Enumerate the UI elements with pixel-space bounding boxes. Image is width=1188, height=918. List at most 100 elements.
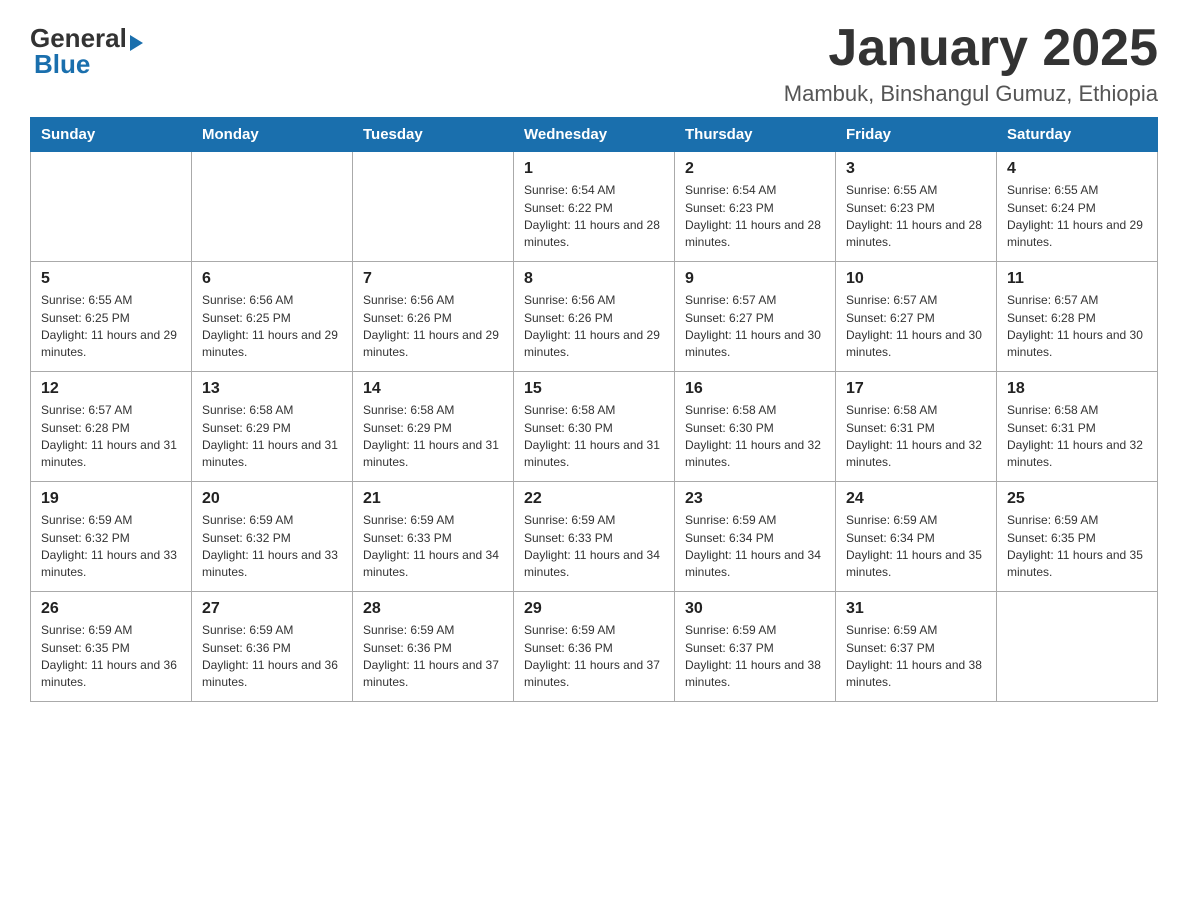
- day-number: 6: [202, 270, 342, 288]
- day-info: Sunrise: 6:59 AM Sunset: 6:35 PM Dayligh…: [41, 622, 181, 692]
- day-info: Sunrise: 6:59 AM Sunset: 6:36 PM Dayligh…: [524, 622, 664, 692]
- day-info: Sunrise: 6:57 AM Sunset: 6:27 PM Dayligh…: [685, 292, 825, 362]
- day-number: 16: [685, 380, 825, 398]
- weekday-header-tuesday: Tuesday: [353, 118, 514, 152]
- calendar-day-30: 30 Sunrise: 6:59 AM Sunset: 6:37 PM Dayli…: [675, 592, 836, 702]
- day-info: Sunrise: 6:59 AM Sunset: 6:32 PM Dayligh…: [41, 512, 181, 582]
- day-number: 11: [1007, 270, 1147, 288]
- day-info: Sunrise: 6:59 AM Sunset: 6:32 PM Dayligh…: [202, 512, 342, 582]
- day-number: 24: [846, 490, 986, 508]
- day-info: Sunrise: 6:56 AM Sunset: 6:26 PM Dayligh…: [524, 292, 664, 362]
- calendar-day-24: 24 Sunrise: 6:59 AM Sunset: 6:34 PM Dayli…: [836, 482, 997, 592]
- day-number: 4: [1007, 160, 1147, 178]
- day-number: 31: [846, 600, 986, 618]
- day-number: 23: [685, 490, 825, 508]
- day-info: Sunrise: 6:58 AM Sunset: 6:30 PM Dayligh…: [524, 402, 664, 472]
- weekday-header-sunday: Sunday: [31, 118, 192, 152]
- calendar-day-31: 31 Sunrise: 6:59 AM Sunset: 6:37 PM Dayli…: [836, 592, 997, 702]
- logo: General Blue: [30, 25, 143, 77]
- day-info: Sunrise: 6:58 AM Sunset: 6:31 PM Dayligh…: [1007, 402, 1147, 472]
- day-info: Sunrise: 6:54 AM Sunset: 6:23 PM Dayligh…: [685, 182, 825, 252]
- empty-cell: [192, 152, 353, 262]
- empty-cell: [31, 152, 192, 262]
- weekday-header-monday: Monday: [192, 118, 353, 152]
- day-number: 17: [846, 380, 986, 398]
- calendar-week-1: 1Sunrise: 6:54 AM Sunset: 6:22 PM Daylig…: [31, 152, 1158, 262]
- calendar-day-26: 26 Sunrise: 6:59 AM Sunset: 6:35 PM Dayli…: [31, 592, 192, 702]
- page-header: General Blue January 2025 Mambuk, Binsha…: [30, 20, 1158, 107]
- day-info: Sunrise: 6:59 AM Sunset: 6:36 PM Dayligh…: [202, 622, 342, 692]
- calendar-subtitle: Mambuk, Binshangul Gumuz, Ethiopia: [784, 81, 1158, 107]
- calendar-day-20: 20 Sunrise: 6:59 AM Sunset: 6:32 PM Dayli…: [192, 482, 353, 592]
- calendar-day-19: 19 Sunrise: 6:59 AM Sunset: 6:32 PM Dayli…: [31, 482, 192, 592]
- day-info: Sunrise: 6:58 AM Sunset: 6:29 PM Dayligh…: [202, 402, 342, 472]
- calendar-day-1: 1Sunrise: 6:54 AM Sunset: 6:22 PM Daylig…: [514, 152, 675, 262]
- calendar-day-27: 27 Sunrise: 6:59 AM Sunset: 6:36 PM Dayli…: [192, 592, 353, 702]
- day-number: 21: [363, 490, 503, 508]
- calendar-day-21: 21 Sunrise: 6:59 AM Sunset: 6:33 PM Dayli…: [353, 482, 514, 592]
- day-number: 28: [363, 600, 503, 618]
- calendar-day-10: 10 Sunrise: 6:57 AM Sunset: 6:27 PM Dayli…: [836, 262, 997, 372]
- day-number: 3: [846, 160, 986, 178]
- day-number: 8: [524, 270, 664, 288]
- day-info: Sunrise: 6:55 AM Sunset: 6:25 PM Dayligh…: [41, 292, 181, 362]
- day-info: Sunrise: 6:59 AM Sunset: 6:33 PM Dayligh…: [363, 512, 503, 582]
- calendar-day-15: 15 Sunrise: 6:58 AM Sunset: 6:30 PM Dayli…: [514, 372, 675, 482]
- day-info: Sunrise: 6:59 AM Sunset: 6:34 PM Dayligh…: [846, 512, 986, 582]
- weekday-header-saturday: Saturday: [997, 118, 1158, 152]
- day-number: 5: [41, 270, 181, 288]
- day-number: 25: [1007, 490, 1147, 508]
- day-number: 14: [363, 380, 503, 398]
- calendar-day-6: 6 Sunrise: 6:56 AM Sunset: 6:25 PM Daylig…: [192, 262, 353, 372]
- day-number: 9: [685, 270, 825, 288]
- empty-cell: [997, 592, 1158, 702]
- weekday-header-friday: Friday: [836, 118, 997, 152]
- calendar-day-11: 11 Sunrise: 6:57 AM Sunset: 6:28 PM Dayli…: [997, 262, 1158, 372]
- title-block: January 2025 Mambuk, Binshangul Gumuz, E…: [784, 20, 1158, 107]
- calendar-day-9: 9 Sunrise: 6:57 AM Sunset: 6:27 PM Daylig…: [675, 262, 836, 372]
- day-info: Sunrise: 6:58 AM Sunset: 6:29 PM Dayligh…: [363, 402, 503, 472]
- day-info: Sunrise: 6:55 AM Sunset: 6:24 PM Dayligh…: [1007, 182, 1147, 252]
- calendar-day-18: 18Sunrise: 6:58 AM Sunset: 6:31 PM Dayli…: [997, 372, 1158, 482]
- calendar-table: SundayMondayTuesdayWednesdayThursdayFrid…: [30, 117, 1158, 702]
- calendar-day-5: 5 Sunrise: 6:55 AM Sunset: 6:25 PM Daylig…: [31, 262, 192, 372]
- day-number: 15: [524, 380, 664, 398]
- calendar-day-17: 17 Sunrise: 6:58 AM Sunset: 6:31 PM Dayli…: [836, 372, 997, 482]
- day-info: Sunrise: 6:55 AM Sunset: 6:23 PM Dayligh…: [846, 182, 986, 252]
- calendar-day-3: 3 Sunrise: 6:55 AM Sunset: 6:23 PM Daylig…: [836, 152, 997, 262]
- calendar-day-2: 2Sunrise: 6:54 AM Sunset: 6:23 PM Daylig…: [675, 152, 836, 262]
- day-number: 13: [202, 380, 342, 398]
- day-number: 7: [363, 270, 503, 288]
- day-info: Sunrise: 6:59 AM Sunset: 6:36 PM Dayligh…: [363, 622, 503, 692]
- calendar-week-4: 19 Sunrise: 6:59 AM Sunset: 6:32 PM Dayli…: [31, 482, 1158, 592]
- calendar-day-28: 28 Sunrise: 6:59 AM Sunset: 6:36 PM Dayli…: [353, 592, 514, 702]
- day-info: Sunrise: 6:54 AM Sunset: 6:22 PM Dayligh…: [524, 182, 664, 252]
- calendar-day-23: 23Sunrise: 6:59 AM Sunset: 6:34 PM Dayli…: [675, 482, 836, 592]
- calendar-day-7: 7 Sunrise: 6:56 AM Sunset: 6:26 PM Daylig…: [353, 262, 514, 372]
- day-info: Sunrise: 6:57 AM Sunset: 6:27 PM Dayligh…: [846, 292, 986, 362]
- day-number: 30: [685, 600, 825, 618]
- day-info: Sunrise: 6:59 AM Sunset: 6:33 PM Dayligh…: [524, 512, 664, 582]
- day-number: 29: [524, 600, 664, 618]
- calendar-day-13: 13 Sunrise: 6:58 AM Sunset: 6:29 PM Dayli…: [192, 372, 353, 482]
- calendar-day-29: 29 Sunrise: 6:59 AM Sunset: 6:36 PM Dayli…: [514, 592, 675, 702]
- day-info: Sunrise: 6:56 AM Sunset: 6:26 PM Dayligh…: [363, 292, 503, 362]
- day-number: 26: [41, 600, 181, 618]
- calendar-week-2: 5 Sunrise: 6:55 AM Sunset: 6:25 PM Daylig…: [31, 262, 1158, 372]
- weekday-header-wednesday: Wednesday: [514, 118, 675, 152]
- day-number: 27: [202, 600, 342, 618]
- day-info: Sunrise: 6:56 AM Sunset: 6:25 PM Dayligh…: [202, 292, 342, 362]
- day-number: 12: [41, 380, 181, 398]
- day-info: Sunrise: 6:58 AM Sunset: 6:30 PM Dayligh…: [685, 402, 825, 472]
- calendar-day-12: 12Sunrise: 6:57 AM Sunset: 6:28 PM Dayli…: [31, 372, 192, 482]
- day-info: Sunrise: 6:59 AM Sunset: 6:37 PM Dayligh…: [685, 622, 825, 692]
- day-number: 20: [202, 490, 342, 508]
- weekday-header-thursday: Thursday: [675, 118, 836, 152]
- day-info: Sunrise: 6:58 AM Sunset: 6:31 PM Dayligh…: [846, 402, 986, 472]
- day-info: Sunrise: 6:59 AM Sunset: 6:37 PM Dayligh…: [846, 622, 986, 692]
- day-info: Sunrise: 6:57 AM Sunset: 6:28 PM Dayligh…: [1007, 292, 1147, 362]
- calendar-day-14: 14 Sunrise: 6:58 AM Sunset: 6:29 PM Dayli…: [353, 372, 514, 482]
- day-number: 19: [41, 490, 181, 508]
- day-number: 10: [846, 270, 986, 288]
- calendar-week-5: 26 Sunrise: 6:59 AM Sunset: 6:35 PM Dayli…: [31, 592, 1158, 702]
